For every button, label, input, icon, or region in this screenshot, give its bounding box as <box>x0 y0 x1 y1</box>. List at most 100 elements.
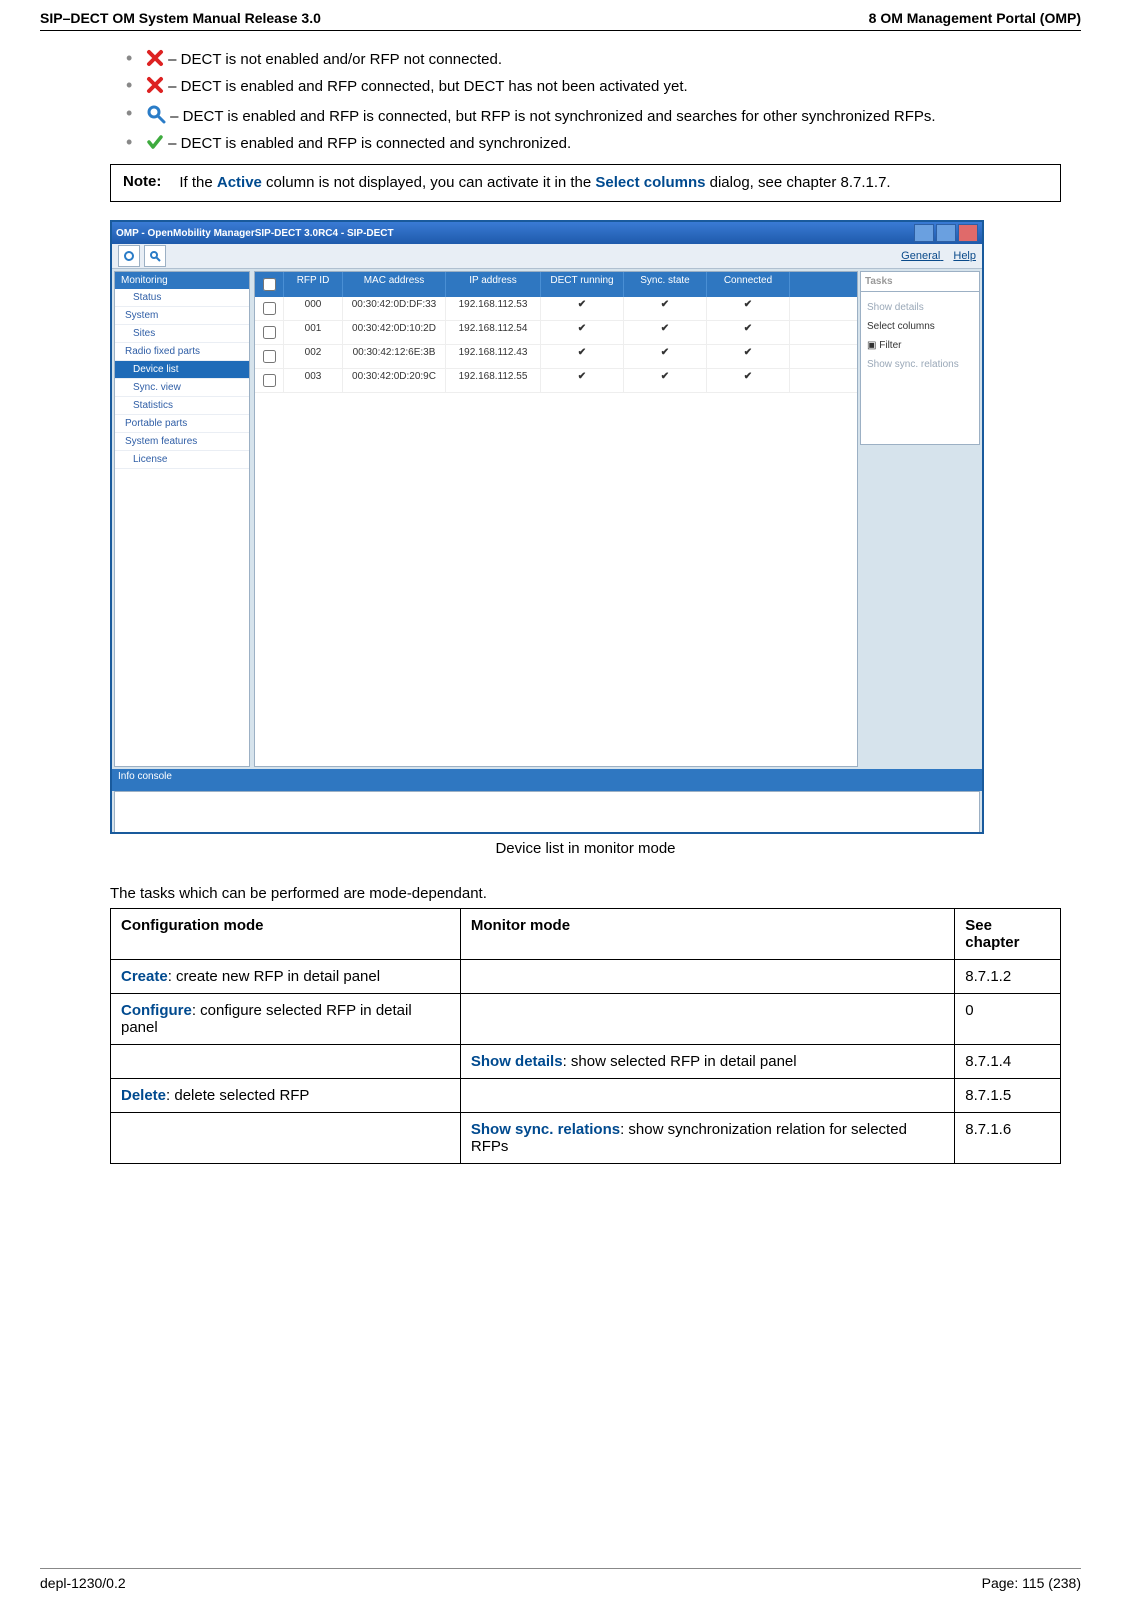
table-row: Delete: delete selected RFP 8.7.1.5 <box>111 1079 1061 1113</box>
cell-id: 002 <box>284 345 343 368</box>
bullet-text: – DECT is enabled and RFP connected, but… <box>168 78 687 95</box>
cell-dect: ✔ <box>541 297 624 320</box>
table-row[interactable]: 003 00:30:42:0D:20:9C 192.168.112.55 ✔ ✔… <box>255 369 857 393</box>
tasks-panel: Tasks Show details Select columns ▣ Filt… <box>860 271 980 767</box>
check-green-icon <box>146 133 164 151</box>
window-titlebar: OMP - OpenMobility ManagerSIP-DECT 3.0RC… <box>112 222 982 244</box>
row-checkbox[interactable] <box>263 350 276 363</box>
col-dect[interactable]: DECT running <box>541 272 624 297</box>
footer-right: Page: 115 (238) <box>982 1575 1081 1591</box>
cell-dect: ✔ <box>541 369 624 392</box>
th-config: Configuration mode <box>111 909 461 960</box>
task-filter[interactable]: ▣ Filter <box>867 336 973 355</box>
cell-conn: ✔ <box>707 369 790 392</box>
search-button[interactable] <box>144 245 166 267</box>
note-label: Note: <box>123 173 161 193</box>
cell-id: 001 <box>284 321 343 344</box>
cell-chapter: 8.7.1.4 <box>955 1045 1061 1079</box>
cmd-rest: : create new RFP in detail panel <box>168 968 380 985</box>
table-row[interactable]: 001 00:30:42:0D:10:2D 192.168.112.54 ✔ ✔… <box>255 321 857 345</box>
table-row: Configure: configure selected RFP in det… <box>111 994 1061 1045</box>
sidebar: Monitoring Status System Sites Radio fix… <box>114 271 250 767</box>
cell-empty <box>460 994 954 1045</box>
table-row: Create: create new RFP in detail panel 8… <box>111 960 1061 994</box>
col-ip[interactable]: IP address <box>446 272 541 297</box>
cell-mac: 00:30:42:12:6E:3B <box>343 345 446 368</box>
cell-mac: 00:30:42:0D:10:2D <box>343 321 446 344</box>
general-link[interactable]: General <box>901 250 940 262</box>
sidebar-item-status[interactable]: Status <box>115 289 249 307</box>
task-show-sync[interactable]: Show sync. relations <box>867 355 973 374</box>
row-checkbox[interactable] <box>263 302 276 315</box>
cmd-rest: : show selected RFP in detail panel <box>563 1053 797 1070</box>
tasks-head: Tasks <box>860 271 980 291</box>
cmd-delete: Delete <box>121 1087 166 1104</box>
sidebar-item-syncview[interactable]: Sync. view <box>115 379 249 397</box>
cell-sync: ✔ <box>624 321 707 344</box>
task-show-details[interactable]: Show details <box>867 298 973 317</box>
task-filter-label: Filter <box>879 340 901 351</box>
table-row[interactable]: 002 00:30:42:12:6E:3B 192.168.112.43 ✔ ✔… <box>255 345 857 369</box>
table-row: Show details: show selected RFP in detai… <box>111 1045 1061 1079</box>
col-sync[interactable]: Sync. state <box>624 272 707 297</box>
list-item: – DECT is enabled and RFP is connected, … <box>130 104 1061 127</box>
list-item: – DECT is enabled and RFP connected, but… <box>130 76 1061 97</box>
row-checkbox[interactable] <box>263 374 276 387</box>
maximize-button[interactable] <box>936 224 956 242</box>
table-row[interactable]: 000 00:30:42:0D:DF:33 192.168.112.53 ✔ ✔… <box>255 297 857 321</box>
cell-ip: 192.168.112.55 <box>446 369 541 392</box>
header-right: 8 OM Management Portal (OMP) <box>869 10 1081 26</box>
sidebar-item-portable[interactable]: Portable parts <box>115 415 249 433</box>
close-button[interactable] <box>958 224 978 242</box>
cell-id: 000 <box>284 297 343 320</box>
omp-screenshot: OMP - OpenMobility ManagerSIP-DECT 3.0RC… <box>110 220 984 834</box>
page-footer: depl-1230/0.2 Page: 115 (238) <box>40 1568 1081 1591</box>
th-chapter: See chapter <box>955 909 1061 960</box>
note-text: If the <box>179 174 217 191</box>
cell-dect: ✔ <box>541 321 624 344</box>
screenshot-caption: Device list in monitor mode <box>110 840 1061 857</box>
list-item: – DECT is not enabled and/or RFP not con… <box>130 49 1061 70</box>
sidebar-item-system[interactable]: System <box>115 307 249 325</box>
list-item: – DECT is enabled and RFP is connected a… <box>130 133 1061 154</box>
x-red-icon <box>146 49 164 67</box>
cell-sync: ✔ <box>624 297 707 320</box>
sidebar-item-sites[interactable]: Sites <box>115 325 249 343</box>
cmd-showdetails: Show details <box>471 1053 563 1070</box>
sidebar-item-devicelist[interactable]: Device list <box>115 361 249 379</box>
note-text: dialog, see chapter 8.7.1.7. <box>705 174 890 191</box>
cmd-create: Create <box>121 968 168 985</box>
magnifier-icon <box>146 104 166 124</box>
cell-id: 003 <box>284 369 343 392</box>
minimize-button[interactable] <box>914 224 934 242</box>
cell-ip: 192.168.112.43 <box>446 345 541 368</box>
x-red-icon <box>146 76 164 94</box>
col-mac[interactable]: MAC address <box>343 272 446 297</box>
gear-button[interactable] <box>118 245 140 267</box>
table-header-row: Configuration mode Monitor mode See chap… <box>111 909 1061 960</box>
page-header: SIP–DECT OM System Manual Release 3.0 8 … <box>40 10 1081 31</box>
row-checkbox[interactable] <box>263 326 276 339</box>
cmd-rest: : delete selected RFP <box>166 1087 309 1104</box>
cell-conn: ✔ <box>707 297 790 320</box>
col-conn[interactable]: Connected <box>707 272 790 297</box>
table-row: Show sync. relations: show synchronizati… <box>111 1113 1061 1164</box>
window-buttons <box>914 224 978 242</box>
footer-left: depl-1230/0.2 <box>40 1575 126 1591</box>
cell-chapter: 0 <box>955 994 1061 1045</box>
help-link[interactable]: Help <box>953 250 976 262</box>
sidebar-item-statistics[interactable]: Statistics <box>115 397 249 415</box>
modes-intro: The tasks which can be performed are mod… <box>110 885 1061 902</box>
top-toolbar: General Help <box>112 244 982 269</box>
cell-mac: 00:30:42:0D:20:9C <box>343 369 446 392</box>
bullet-text: – DECT is not enabled and/or RFP not con… <box>168 51 502 68</box>
sidebar-item-rfp[interactable]: Radio fixed parts <box>115 343 249 361</box>
sidebar-item-sysfeat[interactable]: System features <box>115 433 249 451</box>
cell-conn: ✔ <box>707 321 790 344</box>
task-select-columns[interactable]: Select columns <box>867 317 973 336</box>
select-all-checkbox[interactable] <box>263 278 276 291</box>
sidebar-item-license[interactable]: License <box>115 451 249 469</box>
col-rfpid[interactable]: RFP ID <box>284 272 343 297</box>
cell-empty <box>460 1079 954 1113</box>
top-links: General Help <box>891 250 976 262</box>
